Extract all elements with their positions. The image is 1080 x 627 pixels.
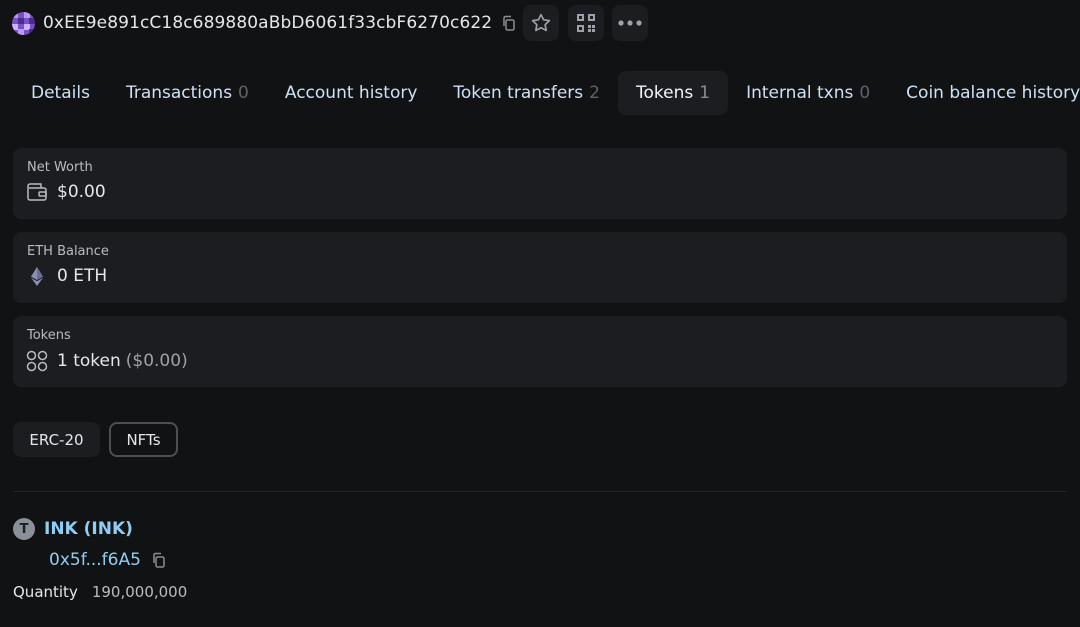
token-quantity-row: Quantity 190,000,000	[13, 583, 187, 601]
token-address-row: 0x5f...f6A5	[49, 550, 168, 570]
eth-balance-label: ETH Balance	[27, 244, 109, 259]
address-hash: 0xEE9e891cC18c689880aBbD6061f33cbF6270c6…	[43, 13, 493, 33]
token-item-header: T INK (INK)	[13, 518, 133, 540]
tokens-summary-card: Tokens 1 token ($0.00)	[13, 316, 1067, 387]
tokens-summary-label: Tokens	[27, 328, 71, 343]
tab-count: 2	[589, 83, 600, 103]
tab-label: Coin balance history	[906, 83, 1080, 103]
token-address-link[interactable]: 0x5f...f6A5	[49, 550, 141, 570]
tokens-summary-value: 1 token	[57, 351, 121, 371]
net-worth-label: Net Worth	[27, 160, 93, 175]
quantity-label: Quantity	[13, 583, 78, 601]
more-options-button[interactable]	[612, 5, 648, 41]
token-logo-placeholder: T	[13, 518, 35, 540]
nfts-filter-button[interactable]: NFTs	[109, 422, 178, 457]
tab-token-transfers[interactable]: Token transfers 2	[435, 71, 618, 115]
tab-internal-txns[interactable]: Internal txns 0	[728, 71, 888, 115]
tab-label: Account history	[284, 83, 418, 103]
erc20-filter-button[interactable]: ERC-20	[13, 422, 100, 457]
qr-code-button[interactable]	[568, 5, 604, 41]
eth-balance-card: ETH Balance 0 ETH	[13, 232, 1067, 303]
divider	[13, 491, 1067, 492]
ethereum-icon	[26, 266, 48, 286]
tokens-summary-usd: ($0.00)	[125, 351, 188, 371]
qr-code-icon	[577, 14, 595, 32]
tokens-icon	[26, 350, 48, 372]
token-name-link[interactable]: INK (INK)	[44, 519, 133, 539]
tab-transactions[interactable]: Transactions 0	[108, 71, 267, 115]
tab-label: Token transfers	[453, 83, 584, 103]
copy-icon[interactable]	[500, 14, 518, 32]
wallet-icon	[26, 182, 48, 202]
address-tabs: Details Transactions 0 Account history T…	[13, 71, 1080, 115]
star-icon	[531, 13, 551, 32]
net-worth-card: Net Worth $0.00	[13, 148, 1067, 219]
tab-label: Details	[31, 83, 90, 103]
tab-label: Tokens	[636, 83, 694, 103]
address-header: 0xEE9e891cC18c689880aBbD6061f33cbF6270c6…	[12, 5, 518, 41]
tab-count: 0	[238, 83, 249, 103]
net-worth-value: $0.00	[57, 182, 106, 202]
more-icon	[618, 20, 642, 26]
tab-account-history[interactable]: Account history	[267, 71, 436, 115]
eth-balance-value: 0 ETH	[57, 266, 108, 286]
eth-balance-value-row: 0 ETH	[26, 266, 107, 286]
net-worth-value-row: $0.00	[26, 182, 106, 202]
tab-count: 0	[859, 83, 871, 103]
tab-tokens[interactable]: Tokens 1	[618, 71, 729, 115]
tab-label: Transactions	[125, 83, 233, 103]
copy-icon[interactable]	[150, 551, 168, 569]
tab-details[interactable]: Details	[13, 71, 108, 115]
address-avatar	[12, 11, 35, 35]
quantity-value: 190,000,000	[91, 583, 188, 601]
watchlist-star-button[interactable]	[523, 5, 559, 41]
tab-label: Internal txns	[746, 83, 854, 103]
tokens-summary-value-row: 1 token ($0.00)	[26, 350, 188, 372]
tab-count: 1	[699, 83, 711, 103]
tab-coin-balance-history[interactable]: Coin balance history	[888, 71, 1080, 115]
